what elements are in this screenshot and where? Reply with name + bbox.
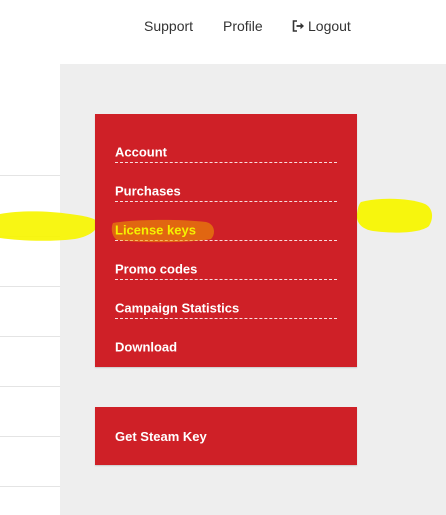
divider xyxy=(0,386,60,387)
menu-item-label: Account xyxy=(115,144,167,160)
menu-item-account[interactable]: Account xyxy=(115,123,337,163)
profile-link[interactable]: Profile xyxy=(223,18,263,34)
divider xyxy=(0,486,60,487)
menu-item-label: Promo codes xyxy=(115,261,198,277)
divider xyxy=(0,286,60,287)
divider xyxy=(0,336,60,337)
divider xyxy=(0,436,60,437)
top-navigation-bar: Support Profile Logout xyxy=(0,0,446,65)
menu-item-promo-codes[interactable]: Promo codes xyxy=(115,240,337,280)
menu-item-purchases[interactable]: Purchases xyxy=(115,162,337,202)
support-link[interactable]: Support xyxy=(144,18,193,34)
sign-out-icon xyxy=(292,20,304,32)
menu-item-label: Campaign Statistics xyxy=(115,300,240,316)
divider xyxy=(0,175,60,176)
logout-link[interactable]: Logout xyxy=(292,18,351,34)
steam-key-panel: Get Steam Key xyxy=(95,407,357,465)
menu-item-label: License keys xyxy=(115,222,196,238)
menu-item-label: Purchases xyxy=(115,183,181,199)
menu-item-download[interactable]: Download xyxy=(115,318,337,357)
menu-item-license-keys[interactable]: License keys xyxy=(111,201,337,243)
account-menu-panel: Account Purchases License keys Promo cod… xyxy=(95,114,357,367)
get-steam-key-button[interactable]: Get Steam Key xyxy=(115,427,337,447)
logout-label: Logout xyxy=(308,18,351,34)
left-sidebar-strip xyxy=(0,64,60,515)
menu-item-label: Download xyxy=(115,339,178,355)
menu-item-campaign-statistics[interactable]: Campaign Statistics xyxy=(115,279,337,319)
divider xyxy=(0,236,60,237)
